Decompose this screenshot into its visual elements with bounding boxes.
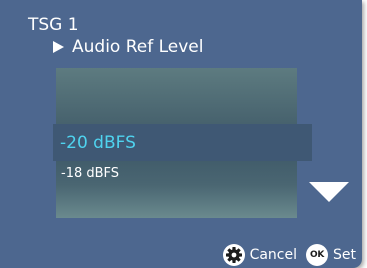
device-screen: TSG 1 Audio Ref Level -20 dBFS -18 dBFS … (0, 0, 362, 268)
cancel-label[interactable]: Cancel (250, 247, 297, 263)
menu-title: Audio Ref Level (72, 37, 204, 57)
picker-selected-row[interactable]: -20 dBFS (53, 124, 312, 161)
device-title: TSG 1 (28, 15, 79, 35)
triangle-down-icon[interactable] (309, 182, 349, 202)
gear-icon[interactable] (222, 244, 245, 266)
play-arrow-icon (53, 41, 64, 53)
selected-value: -20 dBFS (60, 132, 136, 153)
picker-next-item[interactable]: -18 dBFS (61, 166, 119, 181)
ok-button-icon[interactable]: OK (306, 244, 328, 266)
softkey-bar: Cancel OK Set (222, 244, 356, 266)
breadcrumb: Audio Ref Level (53, 36, 204, 58)
set-label[interactable]: Set (333, 247, 356, 263)
